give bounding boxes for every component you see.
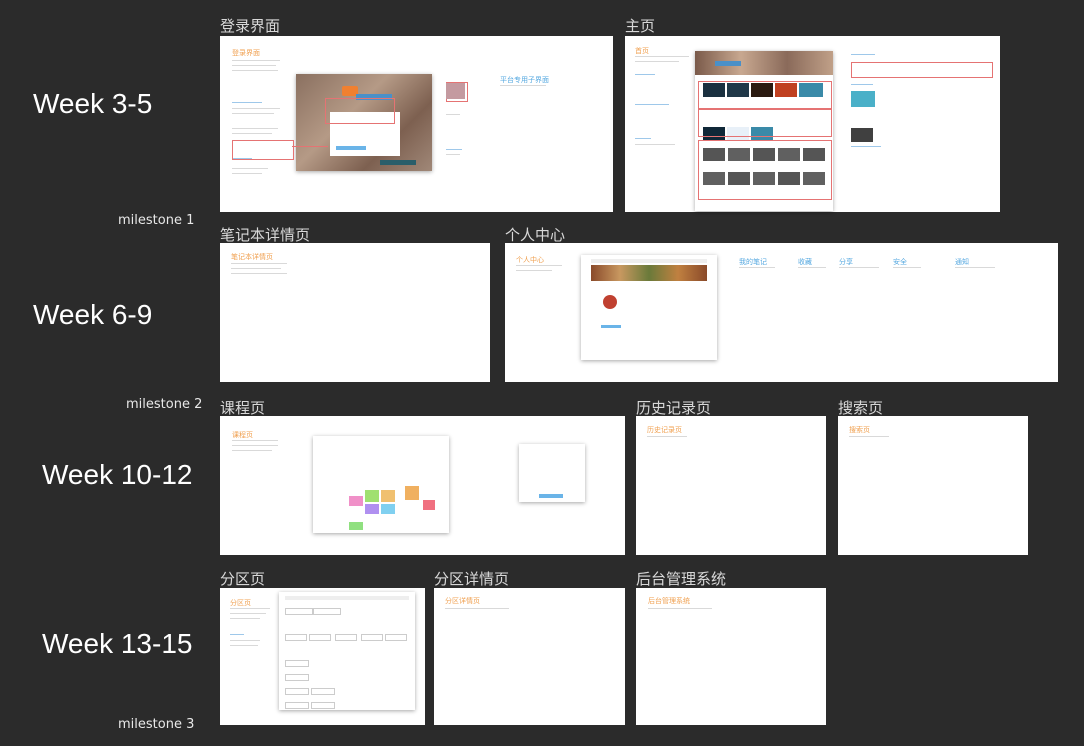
frame-title-zone: 分区页 bbox=[220, 570, 266, 588]
frame-title-history: 历史记录页 bbox=[636, 399, 712, 417]
personal-tab-share[interactable]: 分享 bbox=[839, 257, 853, 267]
frame-login[interactable]: 登录界面 平台专用子界面 bbox=[220, 36, 613, 212]
frame-admin[interactable]: 后台管理系统 bbox=[636, 588, 826, 725]
admin-note-heading: 后台管理系统 bbox=[648, 597, 690, 605]
frame-title-notebook: 笔记本详情页 bbox=[220, 226, 311, 244]
personal-tab-security[interactable]: 安全 bbox=[893, 257, 907, 267]
login-side-heading: 平台专用子界面 bbox=[500, 76, 549, 84]
week-label-6-9: Week 6-9 bbox=[33, 299, 153, 330]
personal-note-heading: 个人中心 bbox=[516, 256, 544, 264]
personal-tab-notes[interactable]: 我的笔记 bbox=[739, 257, 767, 267]
milestone-2: milestone 2 bbox=[126, 397, 203, 412]
login-note-heading: 登录界面 bbox=[232, 49, 260, 57]
frame-notebook[interactable]: 笔记本详情页 bbox=[220, 243, 490, 382]
frame-title-search: 搜索页 bbox=[838, 399, 884, 417]
frame-title-zone-detail: 分区详情页 bbox=[434, 570, 510, 588]
frame-history[interactable]: 历史记录页 bbox=[636, 416, 826, 555]
zone-detail-note-heading: 分区详情页 bbox=[445, 597, 480, 605]
milestone-1: milestone 1 bbox=[118, 213, 195, 228]
zone-note-heading: 分区页 bbox=[230, 599, 251, 607]
search-note-heading: 搜索页 bbox=[849, 426, 870, 434]
frame-personal[interactable]: 个人中心 我的笔记 收藏 分享 安全 通知 bbox=[505, 243, 1058, 382]
personal-mockup bbox=[581, 255, 717, 360]
frame-title-admin: 后台管理系统 bbox=[636, 570, 727, 588]
frame-zone[interactable]: 分区页 bbox=[220, 588, 425, 725]
frame-home[interactable]: 首页 bbox=[625, 36, 1000, 212]
course-dialog-mockup bbox=[519, 444, 585, 502]
frame-search[interactable]: 搜索页 bbox=[838, 416, 1028, 555]
week-label-10-12: Week 10-12 bbox=[42, 459, 193, 490]
history-note-heading: 历史记录页 bbox=[647, 426, 682, 434]
course-mockup bbox=[313, 436, 449, 533]
personal-tab-favorites[interactable]: 收藏 bbox=[798, 257, 812, 267]
frame-title-home: 主页 bbox=[625, 17, 656, 35]
frame-title-login: 登录界面 bbox=[220, 17, 281, 35]
frame-title-course: 课程页 bbox=[220, 399, 266, 417]
home-note-heading: 首页 bbox=[635, 47, 649, 55]
personal-tab-notifications[interactable]: 通知 bbox=[955, 257, 969, 267]
course-note-heading: 课程页 bbox=[232, 431, 253, 439]
frame-title-personal: 个人中心 bbox=[505, 226, 566, 244]
frame-zone-detail[interactable]: 分区详情页 bbox=[434, 588, 625, 725]
notebook-note-heading: 笔记本详情页 bbox=[231, 253, 273, 261]
frame-course[interactable]: 课程页 bbox=[220, 416, 625, 555]
week-label-3-5: Week 3-5 bbox=[33, 88, 153, 119]
zone-mockup bbox=[279, 592, 415, 710]
milestone-3: milestone 3 bbox=[118, 717, 195, 732]
week-label-13-15: Week 13-15 bbox=[42, 628, 193, 659]
